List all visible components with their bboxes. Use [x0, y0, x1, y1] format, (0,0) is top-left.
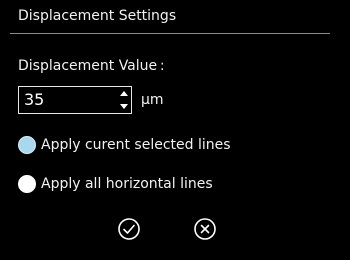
displacement-settings-dialog: Displacement Settings Displacement Value… — [0, 0, 350, 260]
increment-button[interactable] — [117, 87, 131, 100]
displacement-value-spinbox — [18, 86, 132, 114]
radio-apply-selected-lines[interactable]: Apply curent selected lines — [18, 135, 231, 155]
radio-button-selected[interactable] — [18, 136, 36, 154]
confirm-button[interactable] — [117, 217, 141, 241]
displacement-value-input[interactable] — [19, 87, 115, 113]
x-circle-icon — [194, 218, 216, 240]
check-circle-icon — [118, 218, 140, 240]
radio-apply-all-horizontal-lines[interactable]: Apply all horizontal lines — [18, 174, 213, 194]
cancel-button[interactable] — [193, 217, 217, 241]
dialog-title: Displacement Settings — [18, 8, 177, 24]
displacement-value-label: Displacement Value : — [18, 58, 165, 74]
radio-button-unselected[interactable] — [18, 175, 36, 193]
arrow-up-icon — [120, 91, 128, 96]
title-divider — [10, 33, 330, 34]
radio-label: Apply all horizontal lines — [41, 176, 213, 192]
unit-label: µm — [141, 92, 164, 108]
arrow-down-icon — [120, 104, 128, 109]
decrement-button[interactable] — [117, 100, 131, 113]
radio-label: Apply curent selected lines — [41, 137, 231, 153]
